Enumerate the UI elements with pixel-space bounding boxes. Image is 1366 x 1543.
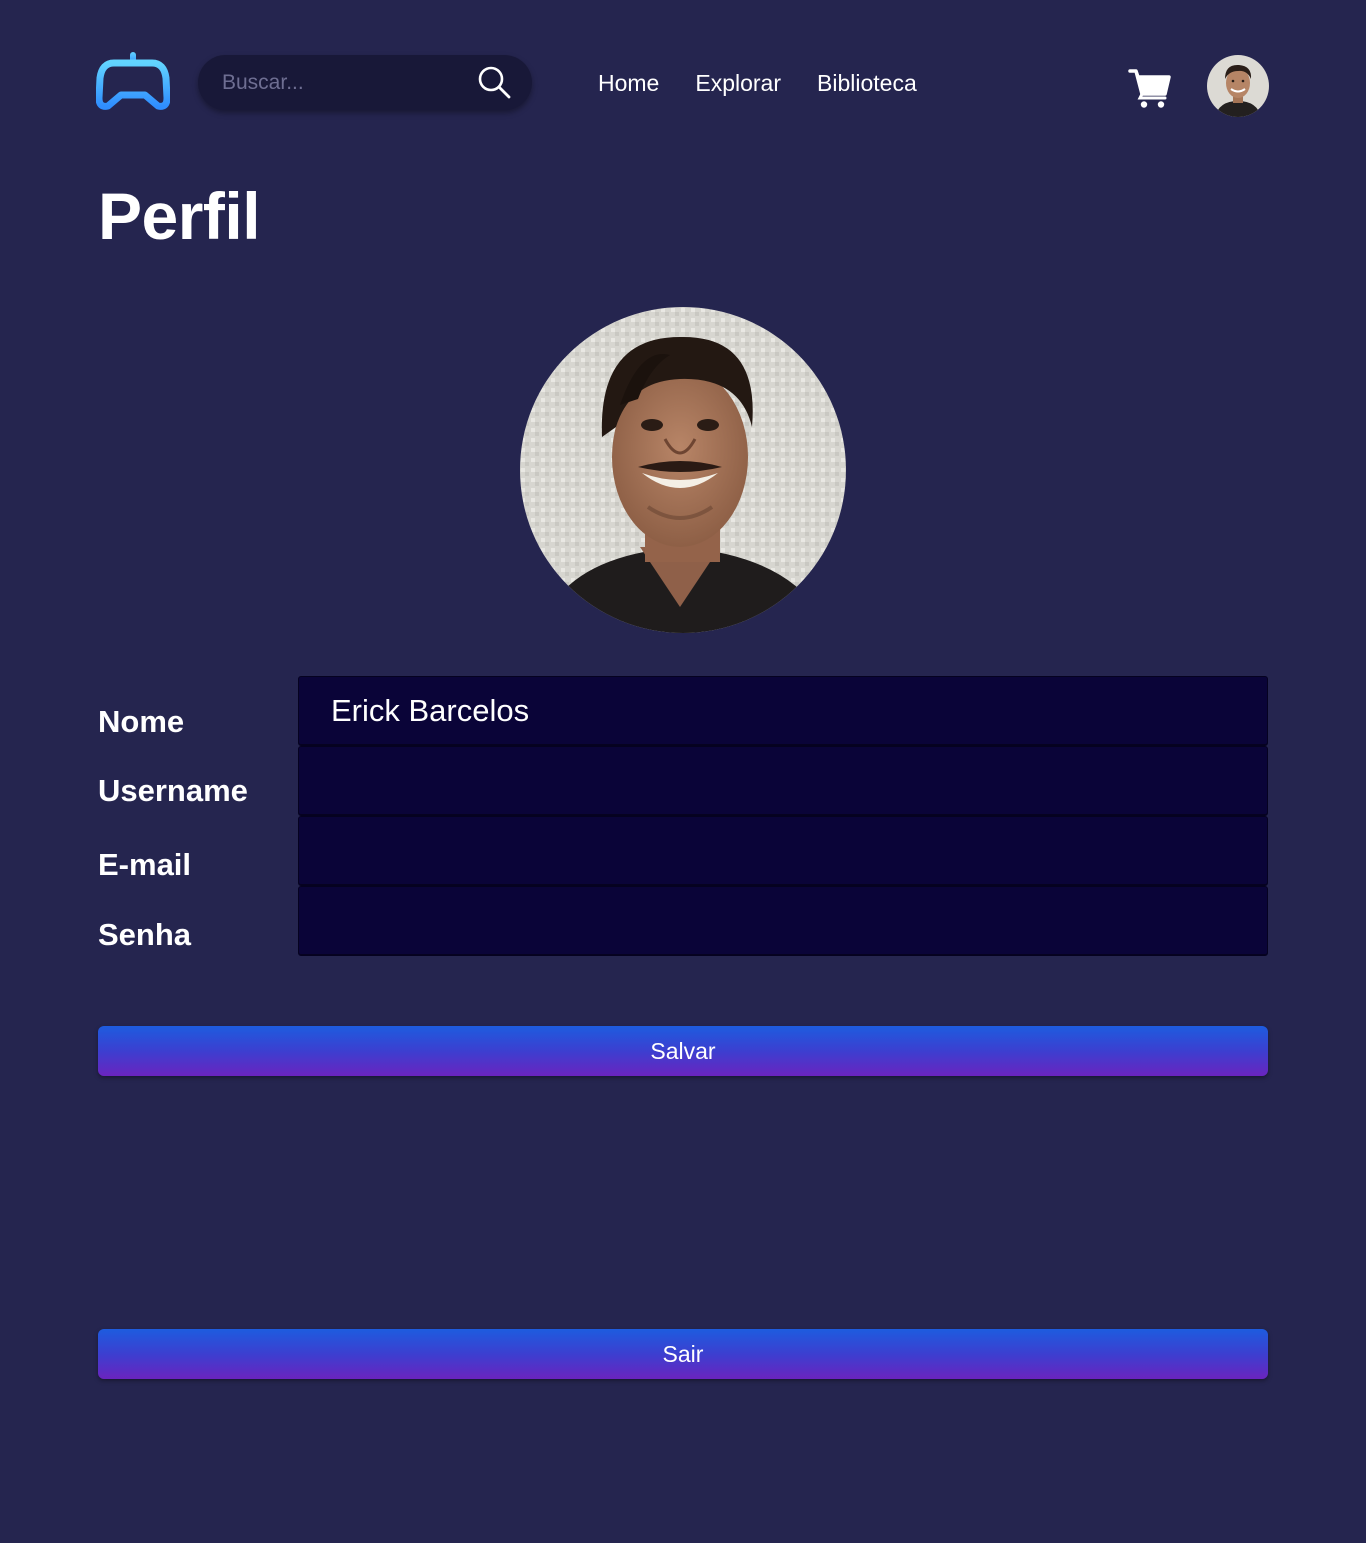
save-button[interactable]: Salvar xyxy=(98,1026,1268,1076)
nav-biblioteca[interactable]: Biblioteca xyxy=(817,70,917,97)
username-label: Username xyxy=(98,773,248,808)
cart-icon[interactable] xyxy=(1128,66,1172,110)
user-avatar[interactable] xyxy=(1207,55,1269,117)
profile-page: Home Explorar Biblioteca Perfil xyxy=(0,0,1366,1543)
search-icon[interactable] xyxy=(476,64,512,100)
logout-button[interactable]: Sair xyxy=(98,1329,1268,1379)
main-nav: Home Explorar Biblioteca xyxy=(598,70,917,97)
nav-explorar[interactable]: Explorar xyxy=(695,70,781,97)
name-label: Nome xyxy=(98,704,185,739)
name-field[interactable] xyxy=(298,676,1268,746)
email-field[interactable] xyxy=(298,816,1268,886)
page-title: Perfil xyxy=(98,179,261,253)
gamepad-icon[interactable] xyxy=(96,50,170,112)
password-label: Senha xyxy=(98,917,192,952)
nav-home[interactable]: Home xyxy=(598,70,659,97)
top-navigation-bar: Home Explorar Biblioteca xyxy=(0,0,1366,170)
password-field[interactable] xyxy=(298,886,1268,956)
search-input[interactable] xyxy=(222,55,462,110)
profile-photo[interactable] xyxy=(520,307,846,633)
email-label: E-mail xyxy=(98,847,192,882)
username-field[interactable] xyxy=(298,746,1268,816)
